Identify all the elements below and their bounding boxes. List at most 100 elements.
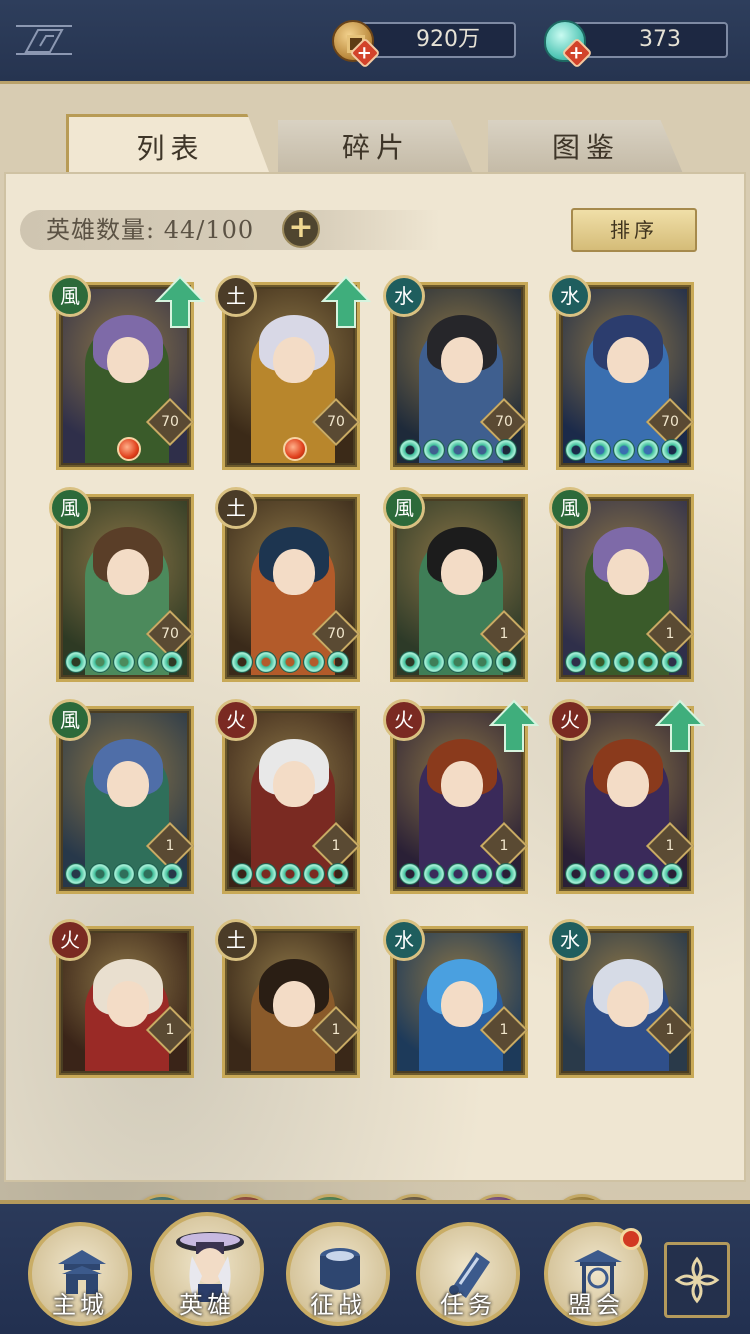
jade-star-icon [279, 651, 301, 673]
star-rank [65, 863, 183, 885]
star-rank [65, 651, 183, 673]
hero-card[interactable]: 風1 [383, 487, 529, 682]
jade-star-icon [447, 439, 469, 461]
element-badge: 土 [215, 487, 257, 529]
nav-label: 任务 [440, 1291, 496, 1319]
nav-label: 征战 [310, 1291, 366, 1319]
jade-star-icon [423, 863, 445, 885]
nav-campaign[interactable]: 征战 [286, 1222, 390, 1326]
element-badge: 風 [49, 275, 91, 317]
jade-star-icon [447, 651, 469, 673]
upgrade-arrow-icon [655, 699, 705, 752]
star-rank [399, 439, 517, 461]
star-rank [231, 651, 349, 673]
star-rank [399, 651, 517, 673]
tab-codex[interactable]: 图鉴 [488, 120, 684, 176]
jade-star-icon [65, 863, 87, 885]
jade-star-icon [231, 863, 253, 885]
jade-star-icon [255, 651, 277, 673]
hero-card[interactable]: 水 70 [383, 275, 529, 470]
hero-card[interactable]: 水1 [549, 919, 695, 1078]
more-menu-button[interactable] [664, 1242, 730, 1318]
hero-card[interactable]: 土1 [215, 919, 361, 1078]
jade-star-icon [399, 651, 421, 673]
element-badge: 火 [49, 919, 91, 961]
jade-star-icon [637, 863, 659, 885]
jade-star-icon [613, 439, 635, 461]
jade-star-icon [279, 863, 301, 885]
jade-star-icon [137, 651, 159, 673]
jade-star-icon [113, 863, 135, 885]
jade-star-icon [161, 863, 183, 885]
hero-card[interactable]: 風 70 [49, 487, 195, 682]
pattern-emblem-icon [16, 25, 72, 55]
jade-star-icon [565, 651, 587, 673]
hero-card[interactable]: 水1 [383, 919, 529, 1078]
hero-card[interactable]: 火1 [49, 919, 195, 1078]
element-badge: 水 [549, 275, 591, 317]
jade-star-icon [303, 863, 325, 885]
jade-star-icon [471, 651, 493, 673]
upgrade-arrow-icon [321, 275, 371, 328]
nav-heroes[interactable]: 英雄 [150, 1212, 264, 1326]
jade-star-icon [589, 651, 611, 673]
hero-card[interactable]: 風1 [49, 699, 195, 894]
expand-capacity-button[interactable]: + [282, 210, 320, 248]
hero-count-label: 英雄数量: 44/100 [46, 216, 255, 244]
jade-star-icon [495, 439, 517, 461]
jade-star-icon [65, 651, 87, 673]
hero-card[interactable]: 火1 [215, 699, 361, 894]
jade-star-icon [447, 863, 469, 885]
jade-star-icon [327, 651, 349, 673]
jade-star-icon [661, 439, 683, 461]
hero-card[interactable]: 火1 [383, 699, 539, 894]
hero-card[interactable]: 風1 [549, 487, 695, 682]
jade-star-icon [589, 439, 611, 461]
notification-dot [620, 1228, 642, 1250]
hero-card[interactable]: 火1 [549, 699, 705, 894]
star-rank [565, 651, 683, 673]
jade-star-icon [661, 863, 683, 885]
tab-list[interactable]: 列表 [66, 114, 272, 180]
four-petal-menu-icon [674, 1256, 720, 1304]
jade-star-icon [303, 651, 325, 673]
jade-star-icon [565, 863, 587, 885]
element-badge: 風 [383, 487, 425, 529]
jade-star-icon [589, 863, 611, 885]
nav-tasks[interactable]: 任务 [416, 1222, 520, 1326]
hero-list-frame: 碎片 图鉴 列表 英雄数量: 44/100 + 排序 風 70 土 70 水 70 水 70 風… [0, 84, 750, 1258]
jade-star-icon [661, 651, 683, 673]
hero-list-panel: 英雄数量: 44/100 + 排序 風 70 土 70 水 70 水 70 風 70 土 70 風 1 風 1… [4, 172, 746, 1182]
element-badge: 風 [49, 699, 91, 741]
element-badge: 土 [215, 919, 257, 961]
element-badge: 火 [549, 699, 591, 741]
jade-star-icon [399, 863, 421, 885]
jade-star-icon [495, 651, 517, 673]
sort-button[interactable]: 排序 [571, 208, 697, 252]
jade-amount: 373 [572, 22, 728, 58]
hero-card[interactable]: 風 70 [49, 275, 205, 470]
hero-card[interactable]: 水 70 [549, 275, 695, 470]
element-badge: 水 [383, 919, 425, 961]
jade-star-icon [565, 439, 587, 461]
star-rank [231, 863, 349, 885]
element-badge: 火 [383, 699, 425, 741]
jade-star-icon [231, 651, 253, 673]
nav-main-city[interactable]: 主城 [28, 1222, 132, 1326]
top-resource-bar: + 920万 + 373 [0, 0, 750, 84]
bottom-navigation: 主城 英雄 征战 任务 盟会 [0, 1200, 750, 1334]
upgrade-arrow-icon [489, 699, 539, 752]
tab-fragments[interactable]: 碎片 [278, 120, 474, 176]
element-badge: 火 [215, 699, 257, 741]
jade-star-icon [471, 439, 493, 461]
nav-alliance[interactable]: 盟会 [544, 1222, 648, 1326]
hero-card[interactable]: 土 70 [215, 275, 371, 470]
jade-star-icon [471, 863, 493, 885]
star-rank [565, 439, 683, 461]
nav-label: 主城 [52, 1291, 108, 1319]
jade-star-icon [399, 439, 421, 461]
jade-star-icon [613, 863, 635, 885]
hero-card[interactable]: 土 70 [215, 487, 361, 682]
upgrade-arrow-icon [155, 275, 205, 328]
copper-amount: 920万 [360, 22, 516, 58]
